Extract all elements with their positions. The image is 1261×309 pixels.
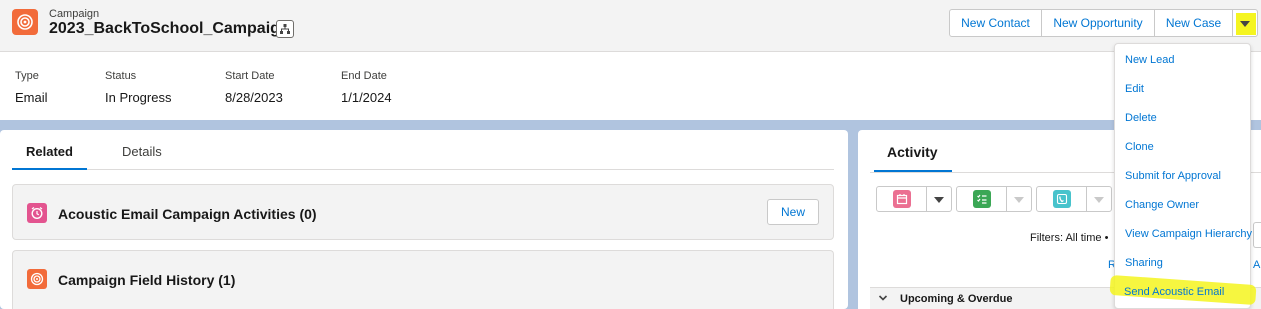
menu-item-delete[interactable]: Delete	[1125, 112, 1157, 124]
field-value: Email	[15, 90, 48, 105]
menu-item-submit-for-approval[interactable]: Submit for Approval	[1125, 170, 1221, 182]
call-dropdown[interactable]	[1087, 187, 1111, 211]
menu-item-send-acoustic-email[interactable]: Send Acoustic Email	[1124, 286, 1224, 298]
field-label: Type	[15, 70, 39, 82]
field-label: Status	[105, 70, 137, 82]
tab-related[interactable]: Related	[26, 144, 73, 159]
alarm-clock-icon	[27, 203, 47, 223]
related-list-acoustic-activities: Acoustic Email Campaign Activities (0) N…	[12, 184, 834, 240]
task-dropdown[interactable]	[1007, 187, 1031, 211]
new-task-button[interactable]	[956, 186, 1032, 212]
event-button[interactable]	[877, 187, 927, 211]
related-list-title[interactable]: Campaign Field History (1)	[58, 272, 235, 288]
call-icon	[1052, 190, 1071, 208]
section-title: Upcoming & Overdue	[900, 293, 1013, 305]
new-case-button[interactable]: New Case	[1154, 9, 1233, 37]
highlights-panel: Type Email Status In Progress Start Date…	[0, 52, 1261, 120]
hierarchy-icon[interactable]	[276, 20, 294, 38]
activity-filters[interactable]: Filters: All time •	[1030, 232, 1108, 244]
tab-activity[interactable]: Activity	[887, 144, 938, 160]
field-value: In Progress	[105, 90, 172, 105]
task-button[interactable]	[957, 187, 1007, 211]
new-button[interactable]: New	[767, 199, 819, 225]
chevron-down-icon	[878, 295, 888, 301]
campaign-icon	[27, 269, 47, 289]
record-title: 2023_BackToSchool_Campaign	[49, 20, 290, 37]
field-type: Type Email	[15, 70, 48, 105]
related-list-field-history: Campaign Field History (1)	[12, 250, 834, 309]
header-action-buttons: New Contact New Opportunity New Case	[949, 9, 1258, 37]
event-dropdown[interactable]	[927, 187, 951, 211]
menu-item-clone[interactable]: Clone	[1125, 141, 1154, 153]
call-button[interactable]	[1037, 187, 1087, 211]
expand-all-link[interactable]: All	[1253, 259, 1261, 271]
menu-item-new-lead[interactable]: New Lead	[1125, 54, 1175, 66]
field-status: Status In Progress	[105, 70, 171, 105]
field-value: 8/28/2023	[225, 90, 283, 105]
task-icon	[972, 190, 991, 208]
event-icon	[892, 190, 911, 208]
field-label: End Date	[341, 70, 387, 82]
chevron-down-icon	[1240, 21, 1250, 27]
active-tab-indicator	[12, 168, 87, 170]
tab-details[interactable]: Details	[122, 144, 162, 159]
chevron-down-icon	[934, 197, 944, 203]
new-event-button[interactable]	[876, 186, 952, 212]
new-contact-button[interactable]: New Contact	[949, 9, 1042, 37]
tab-bar: Related Details	[12, 130, 834, 170]
email-composer-field[interactable]	[1253, 222, 1261, 248]
menu-item-change-owner[interactable]: Change Owner	[1125, 199, 1199, 211]
field-value: 1/1/2024	[341, 90, 392, 105]
campaign-icon	[12, 9, 38, 35]
menu-item-edit[interactable]: Edit	[1125, 83, 1144, 95]
menu-item-sharing[interactable]: Sharing	[1125, 257, 1163, 269]
new-opportunity-button[interactable]: New Opportunity	[1041, 9, 1155, 37]
chevron-down-icon	[1014, 197, 1024, 203]
object-label: Campaign	[49, 8, 100, 20]
field-start-date: Start Date 8/28/2023	[225, 70, 283, 105]
field-end-date: End Date 1/1/2024	[341, 70, 392, 105]
more-actions-menu: New Lead Edit Delete Clone Submit for Ap…	[1114, 43, 1252, 309]
related-tabs-card: Related Details Acoustic Email Campaign …	[0, 130, 848, 309]
related-list-title[interactable]: Acoustic Email Campaign Activities (0)	[58, 206, 317, 222]
more-actions-button[interactable]	[1232, 9, 1258, 37]
chevron-down-icon	[1094, 197, 1104, 203]
field-label: Start Date	[225, 70, 275, 82]
menu-item-view-campaign-hierarchy[interactable]: View Campaign Hierarchy	[1125, 228, 1252, 240]
record-header: Campaign 2023_BackToSchool_Campaign New …	[0, 0, 1261, 52]
log-call-button[interactable]	[1036, 186, 1112, 212]
